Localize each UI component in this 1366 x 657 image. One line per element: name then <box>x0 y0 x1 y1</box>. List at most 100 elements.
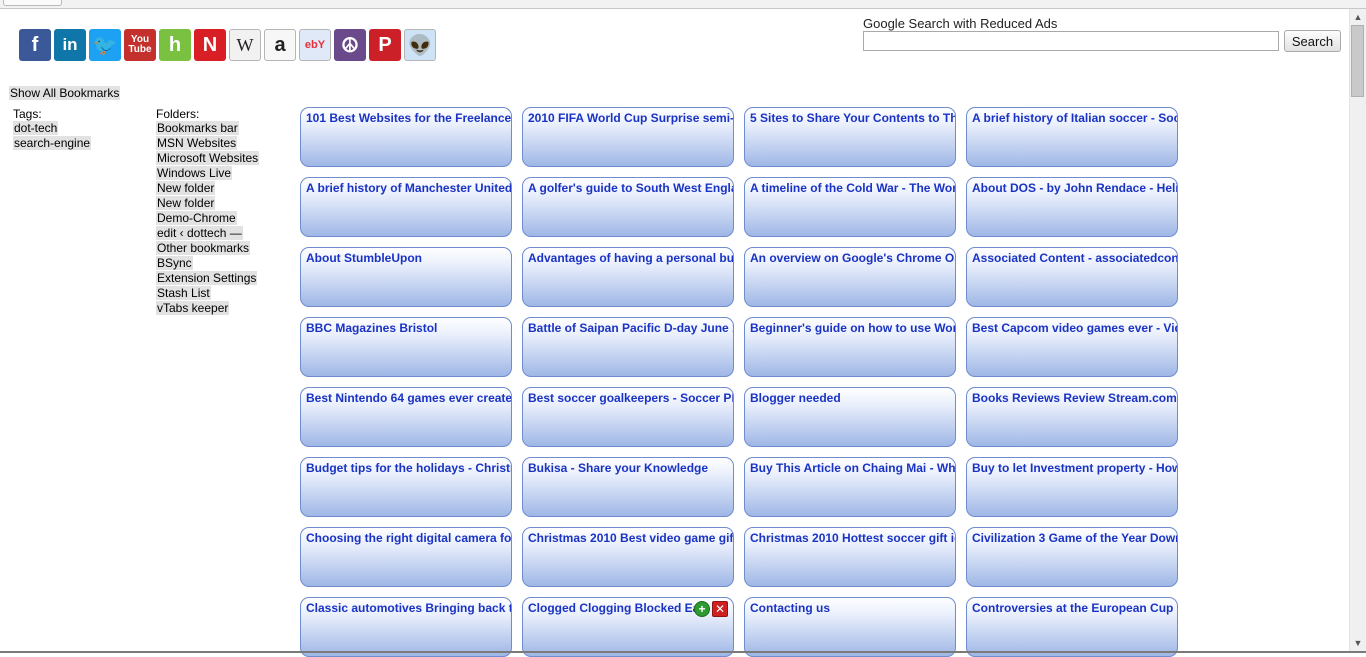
vertical-scrollbar[interactable] <box>1349 9 1366 653</box>
bookmark-card[interactable]: Associated Content - associatedcontent.c… <box>966 247 1178 307</box>
search-label: Google Search with Reduced Ads <box>863 16 1058 31</box>
youtube-icon[interactable]: You Tube <box>124 29 156 61</box>
folder-item[interactable]: Stash List <box>156 286 211 300</box>
search-button[interactable]: Search <box>1284 30 1341 52</box>
bookmark-title[interactable]: About DOS - by John Rendace - Helium <box>972 181 1177 195</box>
folder-item[interactable]: vTabs keeper <box>156 301 230 315</box>
bookmark-title[interactable]: Buy This Article on Chaing Mai - Why <box>750 461 955 475</box>
bookmark-card[interactable]: Advantages of having a personal budget <box>522 247 734 307</box>
folder-item[interactable]: MSN Websites <box>156 136 238 150</box>
bookmark-card[interactable]: BBC Magazines Bristol <box>300 317 512 377</box>
bookmark-card[interactable]: Christmas 2010 Hottest soccer gift ideas <box>744 527 956 587</box>
bookmark-title[interactable]: Advantages of having a personal budget <box>528 251 733 265</box>
bookmark-title[interactable]: Civilization 3 Game of the Year Download <box>972 531 1177 545</box>
add-bookmark-icon[interactable]: + <box>694 601 710 617</box>
delete-bookmark-icon[interactable]: ✕ <box>712 601 728 617</box>
bookmark-card[interactable]: 101 Best Websites for the Freelance Writ… <box>300 107 512 167</box>
bookmark-title[interactable]: Battle of Saipan Pacific D-day June 1944 <box>528 321 733 335</box>
tag-item[interactable]: dot-tech <box>13 121 59 135</box>
bookmark-card[interactable]: Buy This Article on Chaing Mai - Why <box>744 457 956 517</box>
bookmark-title[interactable]: Controversies at the European Cup <box>972 601 1177 615</box>
bookmark-title[interactable]: BBC Magazines Bristol <box>306 321 511 335</box>
bookmark-card[interactable]: A timeline of the Cold War - The World <box>744 177 956 237</box>
reddit-icon[interactable]: 👽 <box>404 29 436 61</box>
bookmark-card[interactable]: Best Nintendo 64 games ever created <box>300 387 512 447</box>
bookmark-card[interactable]: Controversies at the European Cup <box>966 597 1178 657</box>
bookmark-card[interactable]: A brief history of Italian soccer - Socc… <box>966 107 1178 167</box>
show-all-bookmarks-link[interactable]: Show All Bookmarks <box>9 86 121 100</box>
browser-tab-edge[interactable] <box>3 0 62 6</box>
bookmark-title[interactable]: 5 Sites to Share Your Contents to The Wo… <box>750 111 955 125</box>
bookmark-title[interactable]: Buy to let Investment property - How to <box>972 461 1177 475</box>
ebay-icon[interactable]: ebY <box>299 29 331 61</box>
bookmark-title[interactable]: Classic automotives Bringing back the pa… <box>306 601 511 615</box>
bookmark-title[interactable]: Best soccer goalkeepers - Soccer Players <box>528 391 733 405</box>
amazon-icon[interactable]: a <box>264 29 296 61</box>
bookmark-title[interactable]: A brief history of Manchester United <box>306 181 511 195</box>
bookmark-card[interactable]: Best Capcom video games ever - Video <box>966 317 1178 377</box>
bookmark-title[interactable]: Books Reviews Review Stream.com <box>972 391 1177 405</box>
bookmark-title[interactable]: Blogger needed <box>750 391 955 405</box>
bookmark-card[interactable]: Bukisa - Share your Knowledge <box>522 457 734 517</box>
bookmark-title[interactable]: Best Nintendo 64 games ever created <box>306 391 511 405</box>
folder-item[interactable]: Other bookmarks <box>156 241 251 255</box>
folder-item[interactable]: BSync <box>156 256 193 270</box>
bookmark-card[interactable]: Contacting us <box>744 597 956 657</box>
bookmark-card[interactable]: 5 Sites to Share Your Contents to The Wo… <box>744 107 956 167</box>
bookmark-title[interactable]: Choosing the right digital camera for yo… <box>306 531 511 545</box>
folder-item[interactable]: Demo-Chrome <box>156 211 237 225</box>
bookmark-card[interactable]: A golfer's guide to South West England <box>522 177 734 237</box>
bookmark-card[interactable]: Classic automotives Bringing back the pa… <box>300 597 512 657</box>
wikipedia-icon[interactable]: W <box>229 29 261 61</box>
scroll-up-arrow-icon[interactable]: ▲ <box>1352 11 1364 23</box>
bookmark-title[interactable]: Beginner's guide on how to use WordPress <box>750 321 955 335</box>
bookmark-title[interactable]: Budget tips for the holidays - Christmas <box>306 461 511 475</box>
bookmark-title[interactable]: An overview on Google's Chrome OS <box>750 251 955 265</box>
bookmark-card[interactable]: A brief history of Manchester United <box>300 177 512 237</box>
bookmark-card[interactable]: Battle of Saipan Pacific D-day June 1944 <box>522 317 734 377</box>
bookmark-card[interactable]: Budget tips for the holidays - Christmas <box>300 457 512 517</box>
tag-item[interactable]: search-engine <box>13 136 92 150</box>
folder-item[interactable]: edit ‹ dottech — <box>156 226 243 240</box>
bookmark-card[interactable]: About DOS - by John Rendace - Helium <box>966 177 1178 237</box>
pinterest-icon[interactable]: P <box>369 29 401 61</box>
bookmark-card[interactable]: 2010 FIFA World Cup Surprise semi-finali… <box>522 107 734 167</box>
bookmark-card[interactable]: Best soccer goalkeepers - Soccer Players <box>522 387 734 447</box>
bookmark-title[interactable]: Christmas 2010 Best video game gifts <box>528 531 733 545</box>
bookmark-card[interactable]: Books Reviews Review Stream.com <box>966 387 1178 447</box>
bookmark-title[interactable]: Christmas 2010 Hottest soccer gift ideas <box>750 531 955 545</box>
linkedin-icon[interactable]: in <box>54 29 86 61</box>
netflix-icon[interactable]: N <box>194 29 226 61</box>
bookmark-title[interactable]: Associated Content - associatedcontent.c… <box>972 251 1177 265</box>
bookmark-title[interactable]: About StumbleUpon <box>306 251 511 265</box>
houzz-icon[interactable]: h <box>159 29 191 61</box>
scroll-down-arrow-icon[interactable]: ▼ <box>1352 637 1364 649</box>
bookmark-title[interactable]: A golfer's guide to South West England <box>528 181 733 195</box>
bookmark-card[interactable]: Buy to let Investment property - How to <box>966 457 1178 517</box>
bookmark-card[interactable]: About StumbleUpon <box>300 247 512 307</box>
facebook-icon[interactable]: f <box>19 29 51 61</box>
bookmark-card[interactable]: Christmas 2010 Best video game gifts <box>522 527 734 587</box>
bookmark-title[interactable]: 2010 FIFA World Cup Surprise semi-finali… <box>528 111 733 125</box>
search-input[interactable] <box>863 31 1279 51</box>
bookmark-card[interactable]: Beginner's guide on how to use WordPress <box>744 317 956 377</box>
peace-icon[interactable]: ☮ <box>334 29 366 61</box>
bookmark-card[interactable]: Choosing the right digital camera for yo… <box>300 527 512 587</box>
bookmark-title[interactable]: Bukisa - Share your Knowledge <box>528 461 733 475</box>
folder-item[interactable]: Microsoft Websites <box>156 151 260 165</box>
scrollbar-thumb[interactable] <box>1351 25 1364 97</box>
folder-item[interactable]: New folder <box>156 196 216 210</box>
twitter-icon[interactable]: 🐦 <box>89 29 121 61</box>
bookmark-card[interactable]: Blogger needed <box>744 387 956 447</box>
bookmark-title[interactable]: Contacting us <box>750 601 955 615</box>
folder-item[interactable]: New folder <box>156 181 216 195</box>
bookmark-title[interactable]: A timeline of the Cold War - The World <box>750 181 955 195</box>
bookmark-card[interactable]: Civilization 3 Game of the Year Download <box>966 527 1178 587</box>
bookmark-title[interactable]: A brief history of Italian soccer - Socc… <box>972 111 1177 125</box>
folder-item[interactable]: Extension Settings <box>156 271 258 285</box>
bookmark-card[interactable]: An overview on Google's Chrome OS <box>744 247 956 307</box>
folder-item[interactable]: Windows Live <box>156 166 233 180</box>
bookmark-title[interactable]: Best Capcom video games ever - Video <box>972 321 1177 335</box>
bookmark-title[interactable]: 101 Best Websites for the Freelance Writ… <box>306 111 511 125</box>
folder-item[interactable]: Bookmarks bar <box>156 121 239 135</box>
